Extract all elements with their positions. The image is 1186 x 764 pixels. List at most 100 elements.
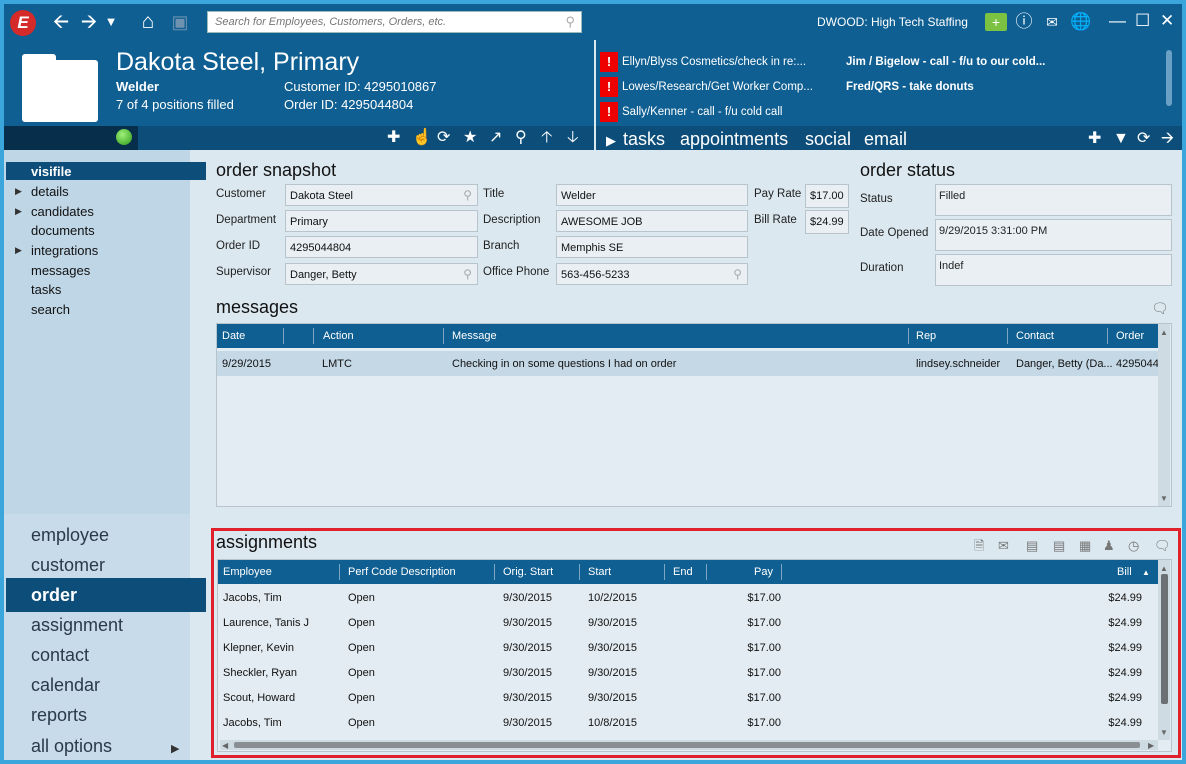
nav-employee[interactable]: employee — [31, 525, 109, 546]
hand-pointer-icon[interactable]: ☝ — [412, 128, 432, 148]
play-icon[interactable]: ▶ — [606, 133, 616, 149]
col-orig-start[interactable]: Orig. Start — [503, 566, 553, 578]
col-rep[interactable]: Rep — [916, 330, 936, 342]
tab-email[interactable]: email — [864, 129, 907, 150]
nav-reports[interactable]: reports — [31, 705, 87, 726]
col-order[interactable]: Order — [1116, 330, 1144, 342]
global-search[interactable]: ⚲ — [207, 11, 582, 33]
table-row[interactable]: Scout, Howard Open 9/30/2015 9/30/2015 $17.0… — [218, 685, 1158, 710]
save-icon[interactable]: ▣ — [169, 10, 191, 34]
table-row[interactable]: 9/29/2015 LMTC Checking in on some quest… — [217, 351, 1159, 376]
scroll-left-icon[interactable]: ◀ — [222, 741, 228, 750]
date-opened-field[interactable]: 9/29/2015 3:31:00 PM — [935, 219, 1172, 251]
nav-all-options[interactable]: all options — [31, 736, 112, 757]
column-divider[interactable] — [781, 564, 782, 580]
scroll-up-icon[interactable]: ▲ — [1160, 564, 1168, 573]
alert-text[interactable]: Ellyn/Blyss Cosmetics/check in re:... — [622, 56, 806, 68]
filter-icon[interactable]: ▼ — [1113, 129, 1129, 149]
clock-icon[interactable]: ◷ — [1128, 538, 1139, 554]
col-message[interactable]: Message — [452, 330, 497, 342]
nav-contact[interactable]: contact — [31, 645, 89, 666]
search-icon[interactable]: ⚲ — [733, 267, 742, 281]
title-field[interactable]: Welder — [556, 184, 748, 206]
alert-text[interactable]: Lowes/Research/Get Worker Comp... — [622, 81, 813, 93]
card-icon[interactable]: ▤ — [1026, 538, 1038, 554]
tab-tasks[interactable]: tasks — [623, 129, 665, 150]
scroll-up-icon[interactable]: ▲ — [1160, 328, 1168, 337]
chat-icon[interactable]: ✉ — [1041, 10, 1063, 34]
status-field[interactable]: Filled — [935, 184, 1172, 216]
add-icon[interactable]: ✚ — [387, 128, 400, 148]
scroll-down-icon[interactable]: ▼ — [1160, 728, 1168, 737]
alert-note[interactable]: Fred/QRS - take donuts — [846, 81, 974, 93]
tab-social[interactable]: social — [805, 129, 851, 150]
search-icon[interactable]: ⚲ — [463, 267, 472, 281]
arrow-right-icon[interactable]: 🡪 — [1161, 129, 1174, 149]
expand-icon[interactable]: ▶ — [171, 742, 179, 755]
column-divider[interactable] — [706, 564, 707, 580]
column-divider[interactable] — [313, 328, 314, 344]
refresh-icon[interactable]: ⟳ — [1137, 129, 1150, 149]
nav-item-search[interactable]: search — [31, 302, 70, 317]
help-icon[interactable]: ⓘ — [1013, 10, 1035, 34]
table-row[interactable]: Klepner, Kevin Open 9/30/2015 9/30/2015 $17.… — [218, 635, 1158, 660]
person-icon[interactable]: ♟ — [1103, 538, 1115, 554]
arrow-down-icon[interactable]: 🡣 — [567, 128, 579, 148]
col-date[interactable]: Date — [222, 330, 245, 342]
col-bill[interactable]: Bill — [1117, 566, 1132, 578]
alerts-scrollbar[interactable] — [1166, 50, 1172, 106]
alert-item[interactable]: ! Ellyn/Blyss Cosmetics/check in re:... — [600, 52, 806, 72]
search-input[interactable] — [208, 12, 548, 32]
pay-rate-field[interactable]: $17.00 — [805, 184, 849, 208]
column-divider[interactable] — [443, 328, 444, 344]
add-icon[interactable]: ✚ — [1088, 129, 1101, 149]
search-icon[interactable]: ⚲ — [515, 128, 527, 148]
nav-item-integrations[interactable]: integrations — [31, 243, 98, 258]
duration-field[interactable]: Indef — [935, 254, 1172, 286]
home-icon[interactable]: ⌂ — [136, 10, 160, 34]
supervisor-field[interactable]: Danger, Betty ⚲ — [285, 263, 478, 285]
description-field[interactable]: AWESOME JOB — [556, 210, 748, 232]
alert-note[interactable]: Jim / Bigelow - call - f/u to our cold..… — [846, 56, 1045, 68]
id-card-icon[interactable]: ▤ — [1053, 538, 1065, 554]
search-icon[interactable]: ⚲ — [565, 14, 575, 30]
alert-text[interactable]: Sally/Kenner - call - f/u cold call — [622, 106, 782, 118]
column-divider[interactable] — [339, 564, 340, 580]
refresh-icon[interactable]: ⟳ — [437, 128, 450, 148]
nav-item-candidates[interactable]: candidates — [31, 204, 94, 219]
bill-rate-field[interactable]: $24.99 — [805, 210, 849, 234]
col-pay[interactable]: Pay — [754, 566, 773, 578]
alert-item[interactable]: ! Lowes/Research/Get Worker Comp... — [600, 77, 813, 97]
column-divider[interactable] — [664, 564, 665, 580]
column-divider[interactable] — [283, 328, 284, 344]
external-link-icon[interactable]: ↗ — [489, 128, 502, 148]
arrow-up-icon[interactable]: 🡡 — [541, 128, 553, 148]
expand-icon[interactable]: ▶ — [15, 245, 22, 256]
nav-item-documents[interactable]: documents — [31, 223, 95, 238]
assignments-hscroll[interactable]: ◀ ▶ — [220, 740, 1158, 750]
table-row[interactable]: Sheckler, Ryan Open 9/30/2015 9/30/2015 $17.… — [218, 660, 1158, 685]
forward-arrow-icon[interactable]: 🡪 — [78, 10, 100, 34]
column-divider[interactable] — [579, 564, 580, 580]
nav-customer[interactable]: customer — [31, 555, 105, 576]
col-end[interactable]: End — [673, 566, 693, 578]
scroll-down-icon[interactable]: ▼ — [1160, 494, 1168, 503]
nav-item-tasks[interactable]: tasks — [31, 282, 61, 297]
column-divider[interactable] — [1007, 328, 1008, 344]
column-divider[interactable] — [1107, 328, 1108, 344]
branch-field[interactable]: Memphis SE — [556, 236, 748, 258]
table-row[interactable]: Jacobs, Tim Open 9/30/2015 10/2/2015 $17.00 $… — [218, 585, 1158, 610]
scroll-right-icon[interactable]: ▶ — [1148, 741, 1154, 750]
department-field[interactable]: Primary — [285, 210, 478, 232]
col-action[interactable]: Action — [323, 330, 354, 342]
comment-icon[interactable]: 🗨 — [1154, 538, 1171, 554]
notepad-icon[interactable]: ▦ — [1079, 538, 1091, 554]
nav-item-details[interactable]: details — [31, 184, 69, 199]
envelope-icon[interactable]: ✉ — [998, 538, 1009, 554]
customer-field[interactable]: Dakota Steel ⚲ — [285, 184, 478, 206]
nav-item-visifile[interactable]: visifile — [31, 164, 71, 179]
close-icon[interactable]: ✕ — [1160, 11, 1174, 31]
nav-order[interactable]: order — [31, 585, 77, 606]
globe-icon[interactable]: 🌐 — [1070, 10, 1092, 34]
add-new-icon[interactable]: + — [985, 13, 1007, 31]
